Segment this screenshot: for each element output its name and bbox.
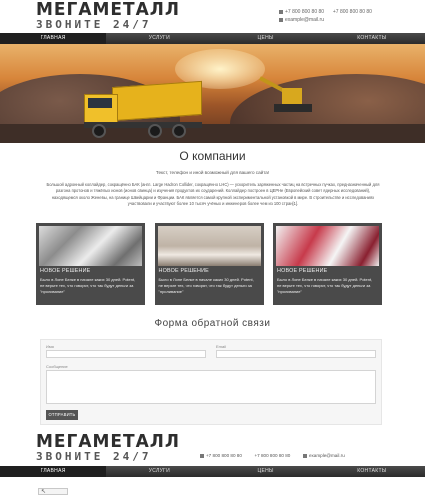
card-title: НОВОЕ РЕШЕНИЕ bbox=[158, 268, 209, 274]
email-icon bbox=[279, 17, 283, 22]
main-nav: ГЛАВНАЯ УСЛУГИ ЦЕНЫ КОНТАКТЫ bbox=[0, 33, 425, 44]
nav-item-contacts[interactable]: КОНТАКТЫ bbox=[319, 33, 425, 44]
footer-logo-tagline: ЗВОНИТЕ 24/7 bbox=[36, 450, 152, 463]
about-lead-text: Текст, телефон и иной возможный для ваше… bbox=[155, 170, 270, 175]
phone-icon bbox=[279, 9, 283, 14]
site-footer: МЕГАМЕТАЛЛ ЗВОНИТЕ 24/7 +7 800 800 80 80… bbox=[0, 433, 425, 466]
footer-email[interactable]: example@mail.ru bbox=[309, 453, 345, 458]
message-label: Сообщение bbox=[46, 364, 68, 369]
feedback-form-heading: Форма обратной связи bbox=[154, 318, 271, 329]
header-email[interactable]: example@mail.ru bbox=[285, 17, 324, 23]
hero-ground bbox=[0, 124, 425, 143]
card-image bbox=[39, 226, 142, 266]
message-textarea[interactable] bbox=[46, 370, 376, 404]
arrow-up-icon: ↖ bbox=[41, 489, 47, 495]
name-input[interactable] bbox=[46, 350, 206, 358]
email-input[interactable] bbox=[216, 350, 376, 358]
feature-cards: НОВОЕ РЕШЕНИЕ Было в Лоне Белке в начале… bbox=[36, 223, 382, 305]
card-image bbox=[157, 226, 261, 266]
nav-item-services[interactable]: УСЛУГИ bbox=[106, 33, 212, 44]
footer-nav-item-contacts[interactable]: КОНТАКТЫ bbox=[319, 466, 425, 477]
header-contacts: +7 800 800 80 80 +7 800 800 80 80 exampl… bbox=[279, 8, 409, 24]
card-image bbox=[276, 226, 379, 266]
nav-item-home[interactable]: ГЛАВНАЯ bbox=[0, 33, 107, 44]
email-icon bbox=[302, 453, 307, 458]
about-body-text: Большой адронный коллайдер, сокращённо Б… bbox=[46, 182, 380, 206]
hero-banner bbox=[0, 44, 425, 143]
name-label: Имя bbox=[46, 344, 54, 349]
footer-nav-item-home[interactable]: ГЛАВНАЯ bbox=[0, 466, 107, 477]
feedback-form: Имя Email Сообщение ОТПРАВИТЬ bbox=[40, 339, 382, 425]
nav-item-prices[interactable]: ЦЕНЫ bbox=[213, 33, 319, 44]
logo-brand-name: МЕГАМЕТАЛЛ bbox=[36, 0, 181, 21]
header-phone-1[interactable]: +7 800 800 80 80 bbox=[285, 9, 324, 15]
feature-card[interactable]: НОВОЕ РЕШЕНИЕ Было в Лоне Белке в начале… bbox=[154, 223, 264, 305]
logo[interactable]: МЕГАМЕТАЛЛ ЗВОНИТЕ 24/7 bbox=[36, 0, 181, 31]
site-header: МЕГАМЕТАЛЛ ЗВОНИТЕ 24/7 +7 800 800 80 80… bbox=[0, 0, 425, 33]
card-text: Было в Лоне Белке в начале каких 30 дней… bbox=[277, 277, 373, 294]
dump-truck-image bbox=[82, 80, 202, 139]
footer-phone-1[interactable]: +7 800 800 80 80 bbox=[206, 453, 242, 458]
footer-contacts: +7 800 800 80 80 +7 800 800 80 80 exampl… bbox=[200, 453, 345, 458]
footer-nav-item-prices[interactable]: ЦЕНЫ bbox=[213, 466, 319, 477]
feature-card[interactable]: НОВОЕ РЕШЕНИЕ Было в Лоне Белке в начале… bbox=[36, 223, 145, 305]
card-title: НОВОЕ РЕШЕНИЕ bbox=[277, 268, 328, 274]
footer-nav-item-services[interactable]: УСЛУГИ bbox=[106, 466, 212, 477]
card-text: Было в Лоне Белке в начале каких 30 дней… bbox=[158, 277, 254, 294]
email-label: Email bbox=[216, 344, 227, 349]
footer-nav: ГЛАВНАЯ УСЛУГИ ЦЕНЫ КОНТАКТЫ bbox=[0, 466, 425, 477]
feature-card[interactable]: НОВОЕ РЕШЕНИЕ Было в Лоне Белке в начале… bbox=[273, 223, 382, 305]
footer-logo[interactable]: МЕГАМЕТАЛЛ ЗВОНИТЕ 24/7 bbox=[36, 431, 181, 463]
card-title: НОВОЕ РЕШЕНИЕ bbox=[40, 268, 91, 274]
scroll-to-top-button[interactable]: ↖ bbox=[38, 488, 68, 495]
scrap-loader-image bbox=[259, 72, 320, 122]
card-text: Было в Лоне Белке в начале каких 30 дней… bbox=[40, 277, 136, 294]
about-heading: О компании bbox=[179, 149, 246, 163]
phone-icon bbox=[200, 453, 204, 458]
footer-logo-brand-name: МЕГАМЕТАЛЛ bbox=[36, 431, 181, 453]
footer-phone-2[interactable]: +7 800 800 80 80 bbox=[254, 453, 290, 458]
header-phone-2[interactable]: +7 800 800 80 80 bbox=[333, 9, 372, 15]
submit-button[interactable]: ОТПРАВИТЬ bbox=[46, 410, 78, 420]
logo-tagline: ЗВОНИТЕ 24/7 bbox=[36, 18, 152, 31]
